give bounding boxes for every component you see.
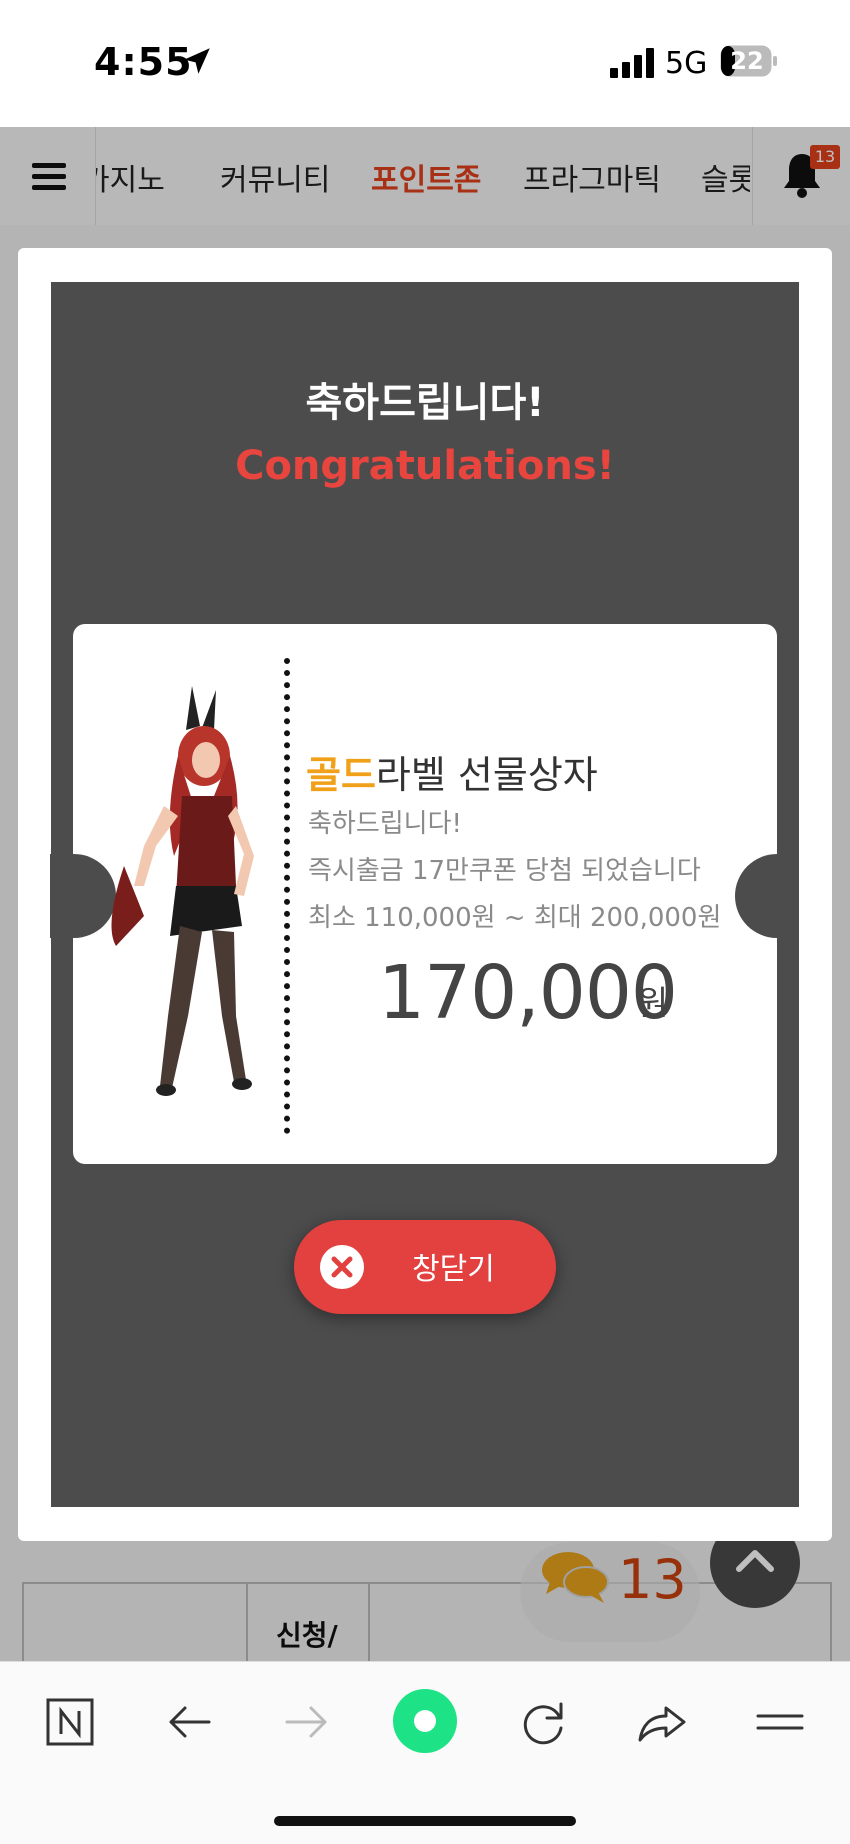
refresh-button[interactable] (513, 1692, 573, 1752)
refresh-icon (523, 1702, 563, 1745)
battery-level: 22 (730, 47, 764, 75)
signal-icon (610, 48, 654, 78)
close-x-icon (320, 1245, 364, 1289)
prize-amount-unit: 원 (637, 984, 669, 1024)
home-indicator (274, 1816, 576, 1826)
status-bar: 4:55 5G 22 (0, 0, 850, 127)
close-button-label: 창닫기 (412, 1252, 495, 1287)
share-icon (638, 1706, 686, 1742)
status-time: 4:55 (94, 40, 193, 84)
share-button[interactable] (632, 1692, 692, 1752)
modal-title-english: Congratulations! (235, 443, 615, 489)
prize-label-title: 골드라벨 선물상자 (306, 744, 598, 799)
forward-button[interactable] (277, 1692, 337, 1752)
modal-title-korean: 축하드립니다! (305, 380, 545, 426)
forward-arrow-icon (285, 1706, 327, 1738)
green-home-button[interactable] (392, 1688, 458, 1754)
menu-lines-button[interactable] (750, 1692, 810, 1752)
back-arrow-icon (169, 1706, 211, 1738)
prize-label-highlight: 골드 (306, 753, 376, 797)
naver-home-button[interactable] (40, 1692, 100, 1752)
prize-line-coupon: 즉시출금 17만쿠폰 당첨 되었습니다 (308, 856, 701, 886)
prize-line-congrats: 축하드립니다! (308, 809, 462, 839)
home-circle-icon (393, 1689, 457, 1753)
back-button[interactable] (159, 1692, 219, 1752)
prize-label-rest: 라벨 선물상자 (375, 753, 598, 797)
prize-amount: 170,000 (378, 950, 678, 1036)
location-arrow-icon (184, 48, 210, 74)
network-type: 5G (665, 46, 708, 81)
prize-line-range: 최소 110,000원 ~ 최대 200,000원 (308, 903, 722, 933)
menu-lines-icon (756, 1714, 804, 1730)
character-illustration (111, 686, 254, 1096)
close-modal-button[interactable]: 창닫기 (294, 1220, 556, 1314)
naver-icon (46, 1698, 94, 1746)
